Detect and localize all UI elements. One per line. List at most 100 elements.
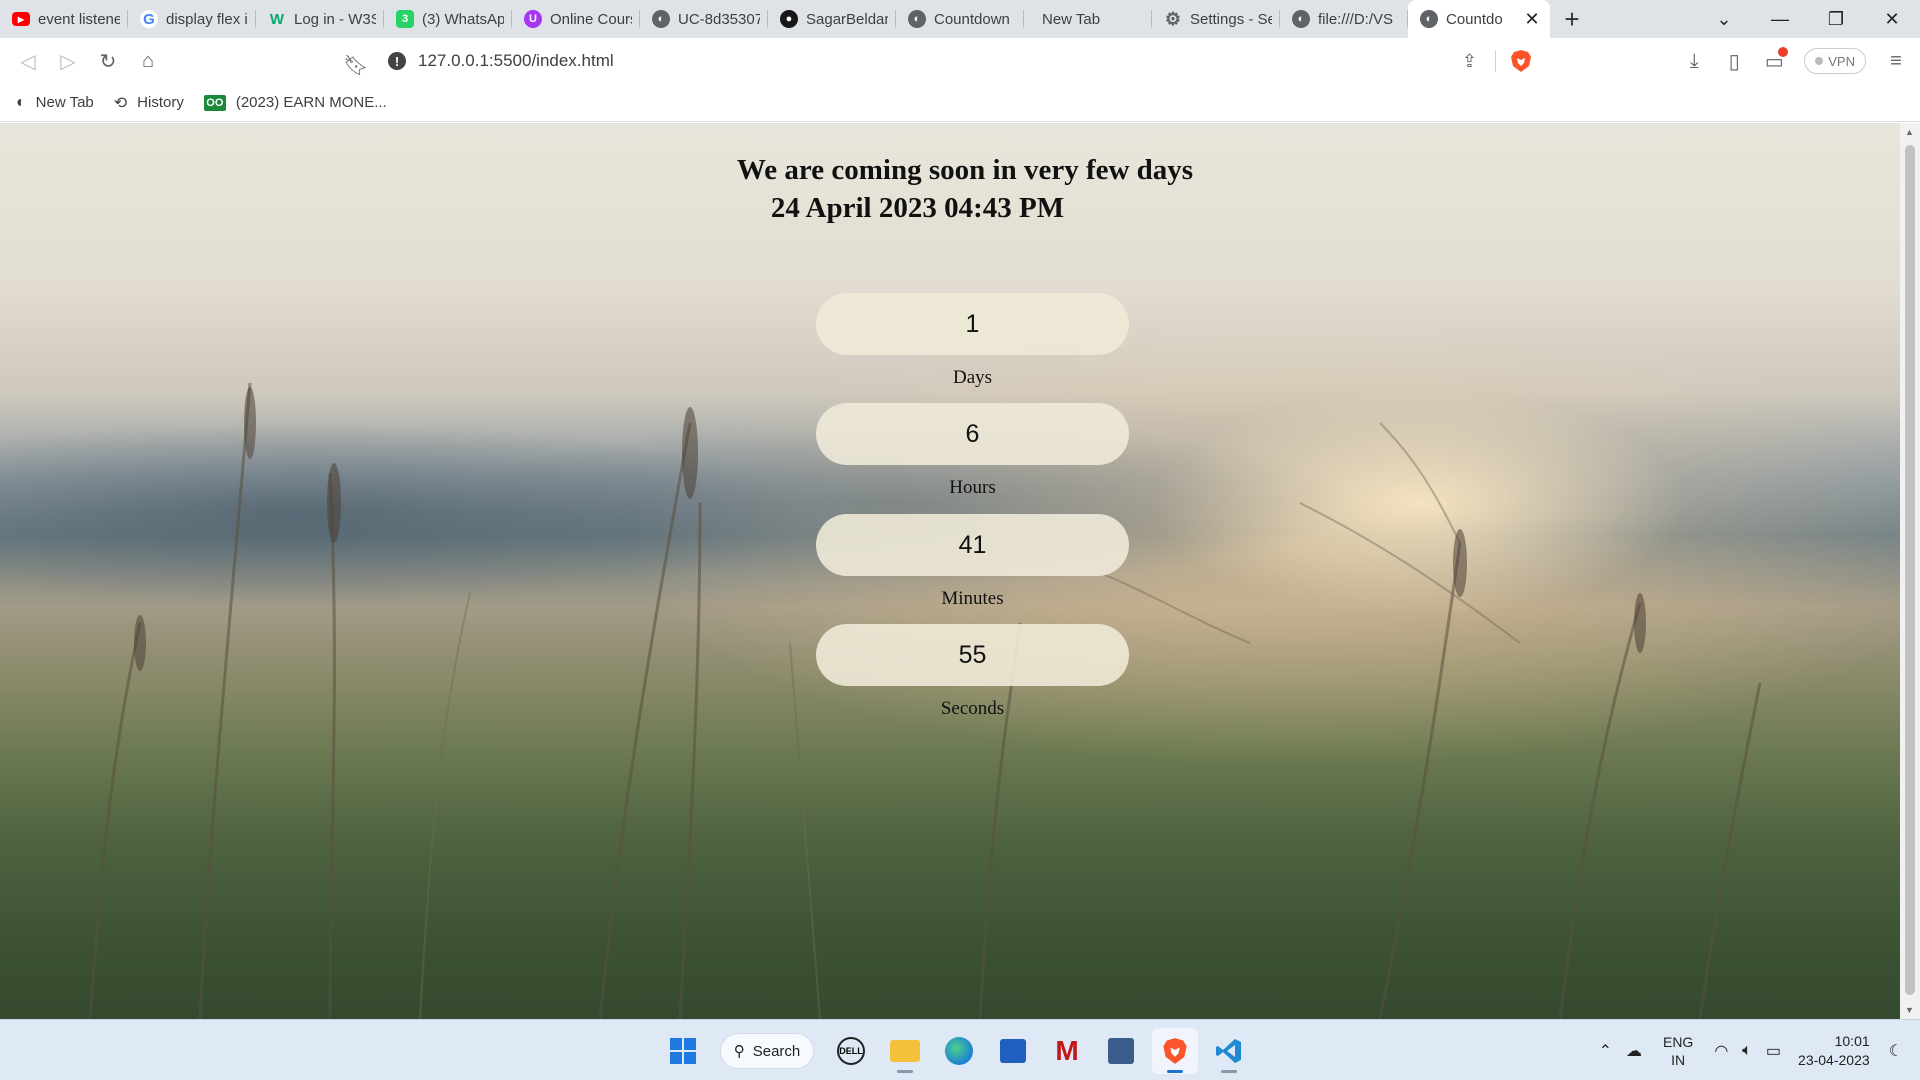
bookmark-new-tab[interactable]: ◐ New Tab	[16, 94, 94, 112]
brave-shields-icon[interactable]	[1510, 49, 1532, 73]
notifications-icon[interactable]: ☾	[1889, 1041, 1903, 1061]
scroll-up-icon[interactable]: ▲	[1905, 127, 1914, 137]
bookmark-history[interactable]: ⟲ History	[114, 93, 184, 113]
oo-icon: OO	[203, 94, 226, 111]
dell-icon: DELL	[837, 1037, 865, 1065]
minimize-button[interactable]: —	[1752, 0, 1808, 38]
edge-icon	[945, 1037, 973, 1065]
bookmark-label: New Tab	[35, 94, 94, 111]
bookmark-icon[interactable]: 🔖︎	[336, 47, 376, 83]
gear-icon: ⚙	[1164, 8, 1182, 29]
brave-app[interactable]	[1152, 1028, 1198, 1074]
tab-whatsapp[interactable]: 3 (3) WhatsApp	[384, 0, 512, 38]
download-icon[interactable]: ⤓	[1674, 43, 1714, 79]
tab-event-listener[interactable]: ▶ event listener	[0, 0, 128, 38]
heading-line-2: 24 April 2023 04:43 PM	[770, 192, 1065, 224]
dell-app-icon[interactable]: DELL	[828, 1028, 874, 1074]
store-app[interactable]	[990, 1028, 1036, 1074]
folder-icon	[890, 1040, 920, 1062]
close-tab-icon[interactable]: ✕	[1522, 9, 1542, 30]
tab-countdown[interactable]: ◐ Countdown	[896, 0, 1024, 38]
app-icon	[1108, 1038, 1134, 1064]
mcafee-app[interactable]: M	[1044, 1028, 1090, 1074]
file-explorer-app[interactable]	[882, 1028, 928, 1074]
edge-app[interactable]	[936, 1028, 982, 1074]
globe-icon: ◐	[652, 10, 670, 28]
wifi-icon[interactable]: ◠	[1714, 1041, 1728, 1061]
tab-w3schools[interactable]: W Log in - W3S	[256, 0, 384, 38]
days-counter: 1 Days	[816, 293, 1129, 389]
tab-github[interactable]: ● SagarBeldar/	[768, 0, 896, 38]
tab-title: Countdown	[934, 10, 1010, 28]
w3schools-icon: W	[269, 10, 285, 28]
share-icon[interactable]: ⇪	[1462, 51, 1477, 72]
globe-icon: ◐	[1420, 10, 1438, 28]
seconds-label: Seconds	[940, 698, 1005, 719]
tab-title: UC-8d35307	[678, 10, 760, 28]
vscode-app[interactable]	[1206, 1028, 1252, 1074]
clock[interactable]: 10:01 23-04-2023	[1798, 1032, 1870, 1070]
google-icon: G	[140, 10, 158, 28]
window-controls: ⌄ — ❐ ✕	[1696, 0, 1920, 38]
bookmark-earn-money[interactable]: OO (2023) EARN MONE...	[203, 94, 387, 111]
windows-logo-icon	[670, 1038, 696, 1064]
tab-display-flex[interactable]: G display flex in	[128, 0, 256, 38]
bookmarks-bar: ◐ New Tab ⟲ History OO (2023) EARN MONE.…	[0, 84, 1920, 122]
scrollbar-thumb[interactable]	[1905, 145, 1915, 995]
home-button[interactable]: ⌂	[128, 43, 168, 79]
tab-title: Online Cours	[550, 10, 632, 28]
tab-online-courses[interactable]: U Online Cours	[512, 0, 640, 38]
onedrive-icon[interactable]: ☁	[1626, 1041, 1642, 1061]
hours-value: 6	[816, 403, 1129, 465]
scroll-down-icon[interactable]: ▼	[1905, 1005, 1914, 1015]
vpn-button[interactable]: VPN	[1804, 48, 1866, 74]
tab-title: file:///D:/VS	[1318, 10, 1394, 28]
tab-title: Countdo	[1446, 10, 1503, 28]
bookmark-label: History	[137, 94, 184, 111]
site-info-icon[interactable]: !	[388, 52, 406, 70]
taskbar-search[interactable]: ⚲ Search	[720, 1033, 814, 1069]
active-indicator	[1167, 1070, 1183, 1073]
minutes-label: Minutes	[941, 588, 1004, 609]
hours-counter: 6 Hours	[816, 403, 1129, 499]
tab-settings[interactable]: ⚙ Settings - Se	[1152, 0, 1280, 38]
system-tray: ⌃ ☁ ENG IN ◠ 🔈︎ ▭ 10:01 23-04-2023 ☾	[1592, 1028, 1910, 1074]
volume-icon[interactable]: 🔈︎	[1742, 1042, 1752, 1060]
language-indicator[interactable]: ENG IN	[1663, 1033, 1693, 1069]
tab-countdown-active[interactable]: ◐ Countdo ✕	[1408, 0, 1550, 38]
tab-uc-certificate[interactable]: ◐ UC-8d35307	[640, 0, 768, 38]
page-scrollbar[interactable]: ▲ ▼	[1900, 123, 1920, 1019]
close-window-button[interactable]: ✕	[1864, 0, 1920, 38]
whatsapp-icon: 3	[396, 10, 414, 28]
chevron-up-icon[interactable]: ⌃	[1599, 1041, 1612, 1061]
restore-button[interactable]: ❐	[1808, 0, 1864, 38]
clock-time: 10:01	[1834, 1033, 1870, 1049]
store-icon	[1000, 1039, 1026, 1063]
history-icon: ⟲	[113, 94, 128, 112]
back-button[interactable]: ◁	[8, 43, 48, 79]
address-bar[interactable]: ! 127.0.0.1:5500/index.html ⇪	[372, 43, 1546, 79]
forward-button[interactable]: ▷	[48, 43, 88, 79]
wallet-icon[interactable]: ▭	[1754, 43, 1794, 79]
battery-icon[interactable]: ▭	[1766, 1041, 1781, 1061]
tab-search-chevron-icon[interactable]: ⌄	[1696, 0, 1752, 38]
tab-title: event listener	[38, 10, 120, 28]
minutes-counter: 41 Minutes	[816, 514, 1129, 610]
minutes-value: 41	[816, 514, 1129, 576]
running-indicator	[1221, 1070, 1237, 1073]
menu-icon[interactable]: ≡	[1876, 43, 1916, 79]
tab-new-tab[interactable]: New Tab	[1024, 0, 1152, 38]
running-indicator	[897, 1070, 913, 1073]
tab-file[interactable]: ◐ file:///D:/VS	[1280, 0, 1408, 38]
github-icon: ●	[780, 10, 798, 28]
vpn-client-app[interactable]	[1098, 1028, 1144, 1074]
new-tab-button[interactable]: +	[1550, 0, 1594, 38]
vpn-status-dot	[1815, 57, 1824, 65]
reload-button[interactable]: ↻	[88, 43, 128, 79]
hours-label: Hours	[949, 477, 996, 498]
start-button[interactable]	[660, 1028, 706, 1074]
page-viewport: We are coming soon in very few days 24 A…	[0, 123, 1900, 1019]
address-url[interactable]: 127.0.0.1:5500/index.html	[418, 51, 614, 71]
globe-icon: ◐	[1292, 10, 1310, 28]
sidebar-icon[interactable]: ▯	[1714, 43, 1754, 79]
